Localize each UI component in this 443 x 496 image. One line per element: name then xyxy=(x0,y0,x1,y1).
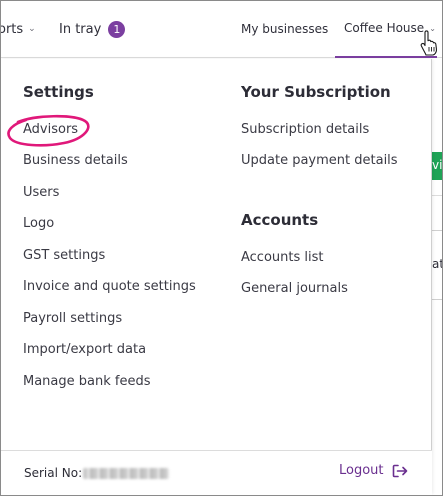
nav-reports[interactable]: orts ⌄ xyxy=(0,0,36,58)
background-field-text: ati xyxy=(432,257,443,271)
menu-item-accounts-list[interactable]: Accounts list xyxy=(241,250,324,265)
menu-item-gst-settings[interactable]: GST settings xyxy=(23,248,105,263)
menu-item-payroll-settings[interactable]: Payroll settings xyxy=(23,311,122,326)
subscription-heading: Your Subscription xyxy=(241,83,391,101)
chevron-down-icon: ⌄ xyxy=(28,24,36,34)
menu-item-update-payment-details[interactable]: Update payment details xyxy=(241,153,398,168)
in-tray-count-badge: 1 xyxy=(108,20,126,38)
background-field: ati xyxy=(432,230,443,300)
nav-current-business-label: Coffee House xyxy=(344,21,425,35)
menu-item-invoice-quote-settings[interactable]: Invoice and quote settings xyxy=(23,279,196,294)
menu-item-logo[interactable]: Logo xyxy=(23,216,54,231)
hand-pointer-icon xyxy=(420,30,438,56)
top-navigation-bar: orts ⌄ In tray 1 My businesses Coffee Ho… xyxy=(0,0,443,58)
menu-item-subscription-details[interactable]: Subscription details xyxy=(241,122,369,137)
accounts-heading: Accounts xyxy=(241,211,319,229)
background-green-button: vis xyxy=(432,152,443,180)
highlight-circle-annotation xyxy=(7,114,90,147)
logout-link[interactable]: Logout xyxy=(339,463,408,478)
nav-in-tray-label: In tray xyxy=(59,21,102,37)
dropdown-footer: Serial No: Logout xyxy=(1,450,432,495)
menu-item-general-journals[interactable]: General journals xyxy=(241,281,348,296)
menu-item-business-details[interactable]: Business details xyxy=(23,153,128,168)
nav-in-tray[interactable]: In tray 1 xyxy=(59,0,126,58)
settings-heading: Settings xyxy=(23,83,94,101)
serial-number-label: Serial No: xyxy=(24,466,83,480)
serial-number-redacted xyxy=(83,468,169,479)
background-green-button-text: vis xyxy=(432,158,443,172)
nav-my-businesses[interactable]: My businesses xyxy=(241,0,328,58)
background-divider xyxy=(432,195,443,196)
menu-item-manage-bank-feeds[interactable]: Manage bank feeds xyxy=(23,374,151,389)
nav-reports-label: orts xyxy=(0,21,24,37)
logout-icon xyxy=(392,464,407,477)
nav-my-businesses-label: My businesses xyxy=(241,22,329,36)
menu-item-import-export-data[interactable]: Import/export data xyxy=(23,342,146,357)
menu-item-users[interactable]: Users xyxy=(23,185,59,200)
logout-label: Logout xyxy=(339,463,384,478)
